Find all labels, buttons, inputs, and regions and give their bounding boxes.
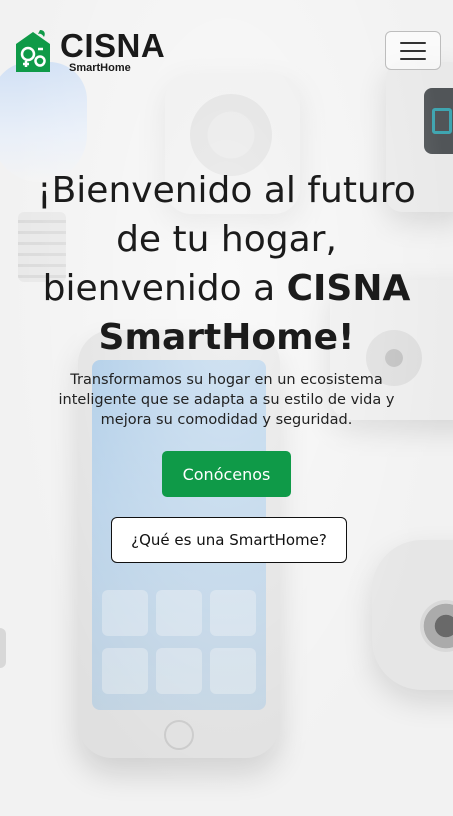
navbar: CISNA SmartHome <box>0 0 453 100</box>
smart-home-logo-icon <box>14 28 52 74</box>
hero-title-line4: SmartHome! <box>98 317 355 358</box>
hero-title: ¡Bienvenido al futuro de tu hogar, bienv… <box>0 166 453 362</box>
menu-toggle-button[interactable] <box>385 31 441 70</box>
hero-title-line2: de tu hogar, <box>116 219 337 260</box>
hero-subtitle: Transformamos su hogar en un ecosistema … <box>58 372 395 428</box>
about-us-button[interactable]: Conócenos <box>162 451 291 497</box>
brand-subname: SmartHome <box>69 61 131 74</box>
hamburger-menu-icon <box>400 41 426 44</box>
hero-section: ¡Bienvenido al futuro de tu hogar, bienv… <box>0 166 453 430</box>
brand-wordmark: CISNA SmartHome <box>60 29 165 74</box>
brand-link[interactable]: CISNA SmartHome <box>14 28 165 74</box>
hero-title-line1: ¡Bienvenido al futuro <box>37 170 416 211</box>
brand-name: CISNA <box>60 26 166 64</box>
hero-title-line3: bienvenido a <box>42 268 287 309</box>
what-is-smarthome-button[interactable]: ¿Qué es una SmartHome? <box>111 517 347 563</box>
hero-title-brand: CISNA <box>286 268 411 309</box>
